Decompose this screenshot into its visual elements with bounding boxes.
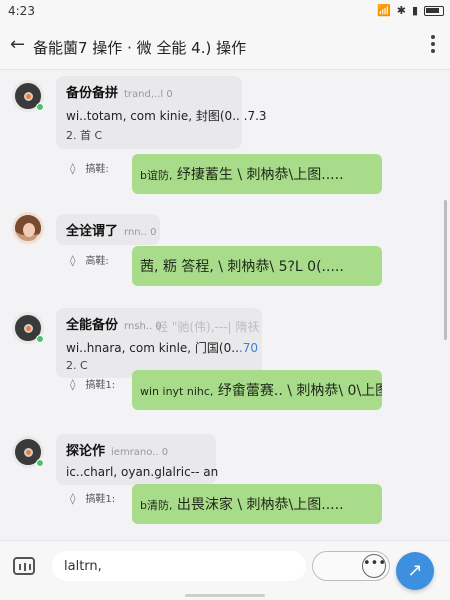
- reply-bubble[interactable]: b谊防, 纾捿蓄生 \ 刺枘恭\上图.....: [132, 154, 382, 194]
- signal-icon: ▮: [411, 4, 418, 17]
- more-options-icon[interactable]: •••: [362, 554, 386, 578]
- camera-avatar[interactable]: [12, 312, 44, 344]
- send-button[interactable]: ↗: [396, 552, 434, 590]
- pin-icon: ◊: [70, 378, 76, 391]
- faded-text-overlay: 轻 "驰(伟),---| 隋祆: [156, 320, 260, 334]
- message-bubble[interactable]: 备份备拼 trand,..l 0 wi..totam, com kinie, 封图…: [56, 76, 267, 149]
- message-bubble[interactable]: 探论作 iemrano.. 0 ic..charl, oyan.glalric--…: [56, 434, 219, 485]
- reply-label: ◊ 搞鞋1:: [70, 492, 116, 505]
- sender-name: 全诠谓了: [66, 224, 119, 239]
- message-text: ic..charl, oyan.glalric-- an: [66, 465, 219, 479]
- reply-bubble[interactable]: win inyt nihc, 纾畬蕾赛.. \ 刺枘恭\ 0\上图.....: [132, 370, 382, 410]
- status-icons: 📶 ✱ ▮: [377, 4, 444, 18]
- reply-bubble[interactable]: b清防, 出畏沫家 \ 刺枘恭\上图.....: [132, 484, 382, 524]
- message-text: wi..hnara, com kinle, 门国(0...70: [66, 341, 258, 355]
- wifi-icon: 📶: [377, 4, 391, 17]
- reply-label: ◊ 搞鞋1:: [70, 378, 116, 391]
- more-vertical-icon[interactable]: [430, 35, 436, 55]
- bluetooth-icon: ✱: [396, 4, 406, 17]
- message-meta: iemrano.. 0: [111, 447, 169, 458]
- sender-name: 备份备拼: [66, 86, 119, 101]
- reply-bubble[interactable]: 茜, 粝 答程, \ 刺枘恭\ 5?L 0(.....: [132, 246, 382, 286]
- input-bar: ••• ↗: [0, 540, 450, 600]
- message-meta: rnn.. 0: [124, 227, 157, 238]
- pin-icon: ◊: [70, 162, 76, 175]
- home-indicator: [185, 594, 265, 597]
- status-time: 4:23: [8, 4, 35, 18]
- message-input[interactable]: [52, 551, 306, 581]
- emoji-more-pill[interactable]: •••: [312, 551, 390, 581]
- message-bubble[interactable]: 全诠谓了 rnn.. 0: [56, 214, 160, 245]
- voice-keyboard-icon[interactable]: [13, 557, 35, 575]
- scrollbar[interactable]: [444, 200, 447, 340]
- camera-avatar[interactable]: [12, 436, 44, 468]
- message-text: wi..totam, com kinie, 封图(0.. .7.3: [66, 109, 267, 123]
- sender-name: 探论作: [66, 444, 106, 459]
- reply-label: ◊ 高鞋:: [70, 254, 109, 267]
- message-list[interactable]: 备份备拼 trand,..l 0 wi..totam, com kinie, 封图…: [0, 70, 450, 540]
- back-arrow-icon[interactable]: ←: [10, 34, 25, 55]
- sender-name: 全能备份: [66, 318, 119, 333]
- status-bar: 4:23 📶 ✱ ▮: [0, 0, 450, 22]
- pin-icon: ◊: [70, 254, 76, 267]
- chat-title: 备能薗7 操作 · 微 全能 4.) 操作: [33, 39, 247, 57]
- message-meta: trand,..l 0: [124, 89, 173, 100]
- pin-icon: ◊: [70, 492, 76, 505]
- camera-avatar[interactable]: [12, 80, 44, 112]
- reply-label: ◊ 搞鞋:: [70, 162, 109, 175]
- battery-icon: [424, 6, 444, 16]
- message-subtext: 2. 首 C: [66, 129, 103, 142]
- girl-avatar[interactable]: [12, 212, 44, 244]
- chat-header: ← 备能薗7 操作 · 微 全能 4.) 操作: [0, 22, 450, 70]
